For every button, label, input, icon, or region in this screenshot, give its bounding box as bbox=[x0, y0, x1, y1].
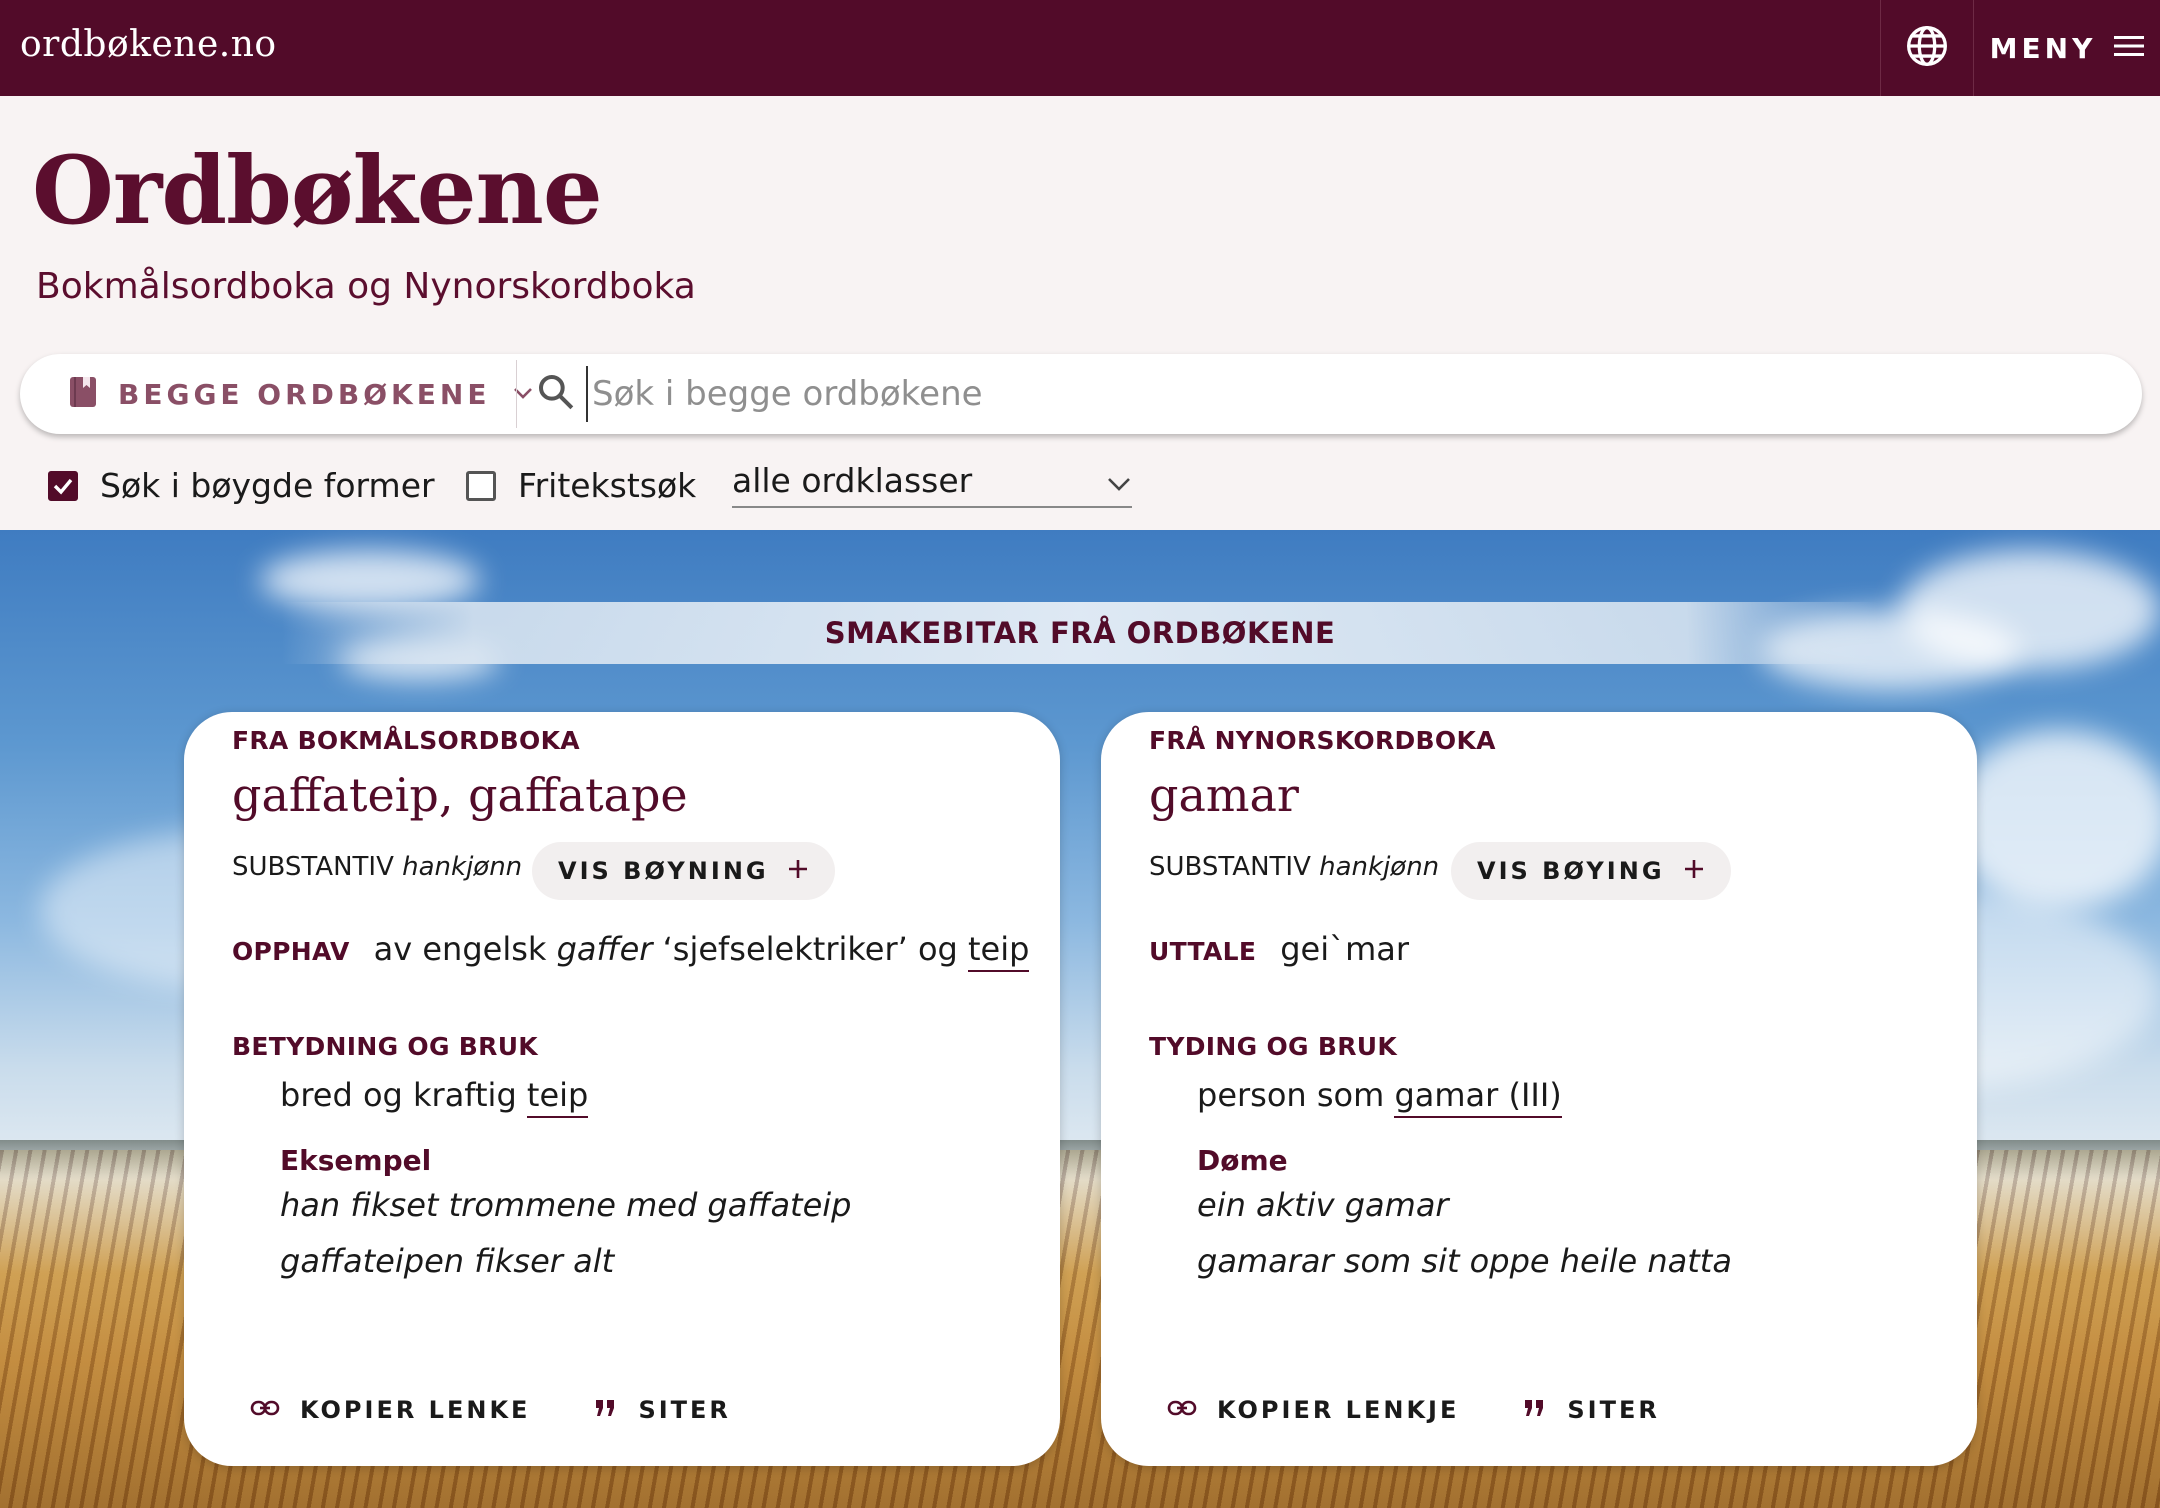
card-headword: gamar bbox=[1149, 768, 1299, 822]
inflected-forms-option[interactable]: Søk i bøygde former bbox=[48, 466, 435, 505]
plus-icon bbox=[1683, 858, 1705, 884]
card-source: FRÅ NYNORSKORDBOKA bbox=[1149, 726, 1496, 755]
example-label: Døme bbox=[1197, 1144, 1288, 1177]
pos-label: SUBSTANTIV bbox=[232, 852, 394, 882]
cite-button[interactable]: SITER bbox=[594, 1396, 730, 1424]
fulltext-option[interactable]: Fritekstsøk bbox=[466, 466, 696, 505]
copy-link-label: KOPIER LENKE bbox=[300, 1396, 531, 1424]
link-icon bbox=[250, 1399, 280, 1421]
card-actions: KOPIER LENKJE SITER bbox=[1167, 1396, 1660, 1424]
show-inflection-button[interactable]: VIS BØYNING bbox=[532, 842, 835, 900]
search-bar: BEGGE ORDBØKENE bbox=[20, 354, 2142, 434]
fulltext-checkbox[interactable] bbox=[466, 470, 496, 501]
gender-label: hankjønn bbox=[402, 852, 523, 882]
pronunciation-value: gei`mar bbox=[1280, 930, 1410, 968]
etymology-row: OPPHAV av engelsk gaffer ‘sjefselektrike… bbox=[232, 930, 1030, 972]
etymology-label: OPPHAV bbox=[232, 937, 350, 966]
word-class-select[interactable]: alle ordklasser bbox=[732, 454, 1132, 508]
etymology-link[interactable]: teip bbox=[968, 930, 1030, 972]
cite-label: SITER bbox=[638, 1396, 731, 1424]
show-inflection-button[interactable]: VIS BØYING bbox=[1451, 842, 1731, 900]
language-button[interactable] bbox=[1880, 0, 1974, 96]
word-class-value: alle ordklasser bbox=[732, 460, 973, 500]
dictionary-select-label: BEGGE ORDBØKENE bbox=[118, 377, 491, 411]
pronunciation-row: UTTALE gei`mar bbox=[1149, 930, 1409, 968]
fulltext-label: Fritekstsøk bbox=[518, 466, 697, 505]
cite-label: SITER bbox=[1567, 1396, 1660, 1424]
quote-icon bbox=[1523, 1398, 1547, 1422]
card-headword: gaffateip, gaffatape bbox=[232, 768, 688, 822]
site-logo-link[interactable]: ordbøkene.no bbox=[20, 24, 277, 65]
card-source: FRA BOKMÅLSORDBOKA bbox=[232, 726, 580, 755]
search-icon bbox=[536, 372, 576, 416]
show-inflection-label: VIS BØYNING bbox=[558, 857, 769, 885]
card-part-of-speech: SUBSTANTIV hankjønn bbox=[1149, 852, 1439, 882]
quote-icon bbox=[594, 1398, 618, 1422]
meaning-text: bred og kraftig teip bbox=[280, 1076, 589, 1118]
page-subtitle: Bokmålsordboka og Nynorskordboka bbox=[36, 266, 696, 307]
copy-link-label: KOPIER LENKJE bbox=[1217, 1396, 1460, 1424]
meaning-link[interactable]: teip bbox=[526, 1076, 589, 1118]
dictionary-select[interactable]: BEGGE ORDBØKENE bbox=[70, 354, 534, 434]
inflected-forms-label: Søk i bøygde former bbox=[100, 466, 435, 505]
copy-link-button[interactable]: KOPIER LENKE bbox=[250, 1396, 530, 1424]
show-inflection-label: VIS BØYING bbox=[1477, 857, 1665, 885]
pronunciation-label: UTTALE bbox=[1149, 937, 1257, 966]
globe-icon bbox=[1905, 24, 1949, 72]
example-item: gamarar som sit oppe heile natta bbox=[1197, 1242, 1732, 1280]
gender-label: hankjønn bbox=[1319, 852, 1440, 882]
inflected-forms-checkbox[interactable] bbox=[48, 470, 78, 501]
card-part-of-speech: SUBSTANTIV hankjønn bbox=[232, 852, 522, 882]
book-icon bbox=[70, 377, 96, 411]
etymology-value: av engelsk gaffer ‘sjefselektriker’ og t… bbox=[374, 930, 1030, 972]
samples-banner: SMAKEBITAR FRÅ ORDBØKENE bbox=[282, 602, 1878, 664]
link-icon bbox=[1167, 1399, 1197, 1421]
meaning-text: person som gamar (III) bbox=[1197, 1076, 1562, 1118]
menu-label: MENY bbox=[1989, 31, 2097, 65]
article-card-bokmal: FRA BOKMÅLSORDBOKA gaffateip, gaffatape … bbox=[184, 712, 1060, 1466]
chevron-down-icon bbox=[1106, 461, 1132, 500]
example-label: Eksempel bbox=[280, 1144, 432, 1177]
samples-banner-title: SMAKEBITAR FRÅ ORDBØKENE bbox=[824, 616, 1336, 650]
pos-label: SUBSTANTIV bbox=[1149, 852, 1311, 882]
search-input[interactable] bbox=[586, 366, 2086, 422]
plus-icon bbox=[787, 858, 809, 884]
meaning-section-label: TYDING OG BRUK bbox=[1149, 1032, 1398, 1061]
cite-button[interactable]: SITER bbox=[1523, 1396, 1659, 1424]
example-item: han fikset trommene med gaffateip bbox=[280, 1186, 852, 1224]
top-bar: ordbøkene.no MENY bbox=[0, 0, 2160, 96]
meaning-link[interactable]: gamar (III) bbox=[1394, 1076, 1562, 1118]
page-title: Ordbøkene bbox=[32, 136, 603, 246]
hamburger-icon bbox=[2114, 34, 2145, 62]
article-card-nynorsk: FRÅ NYNORSKORDBOKA gamar SUBSTANTIV hank… bbox=[1101, 712, 1977, 1466]
example-item: ein aktiv gamar bbox=[1197, 1186, 1449, 1224]
card-actions: KOPIER LENKE SITER bbox=[250, 1396, 731, 1424]
example-item: gaffateipen fikser alt bbox=[280, 1242, 615, 1280]
meaning-section-label: BETYDNING OG BRUK bbox=[232, 1032, 538, 1061]
copy-link-button[interactable]: KOPIER LENKJE bbox=[1167, 1396, 1459, 1424]
menu-button[interactable]: MENY bbox=[1974, 0, 2160, 96]
search-divider bbox=[516, 360, 517, 428]
